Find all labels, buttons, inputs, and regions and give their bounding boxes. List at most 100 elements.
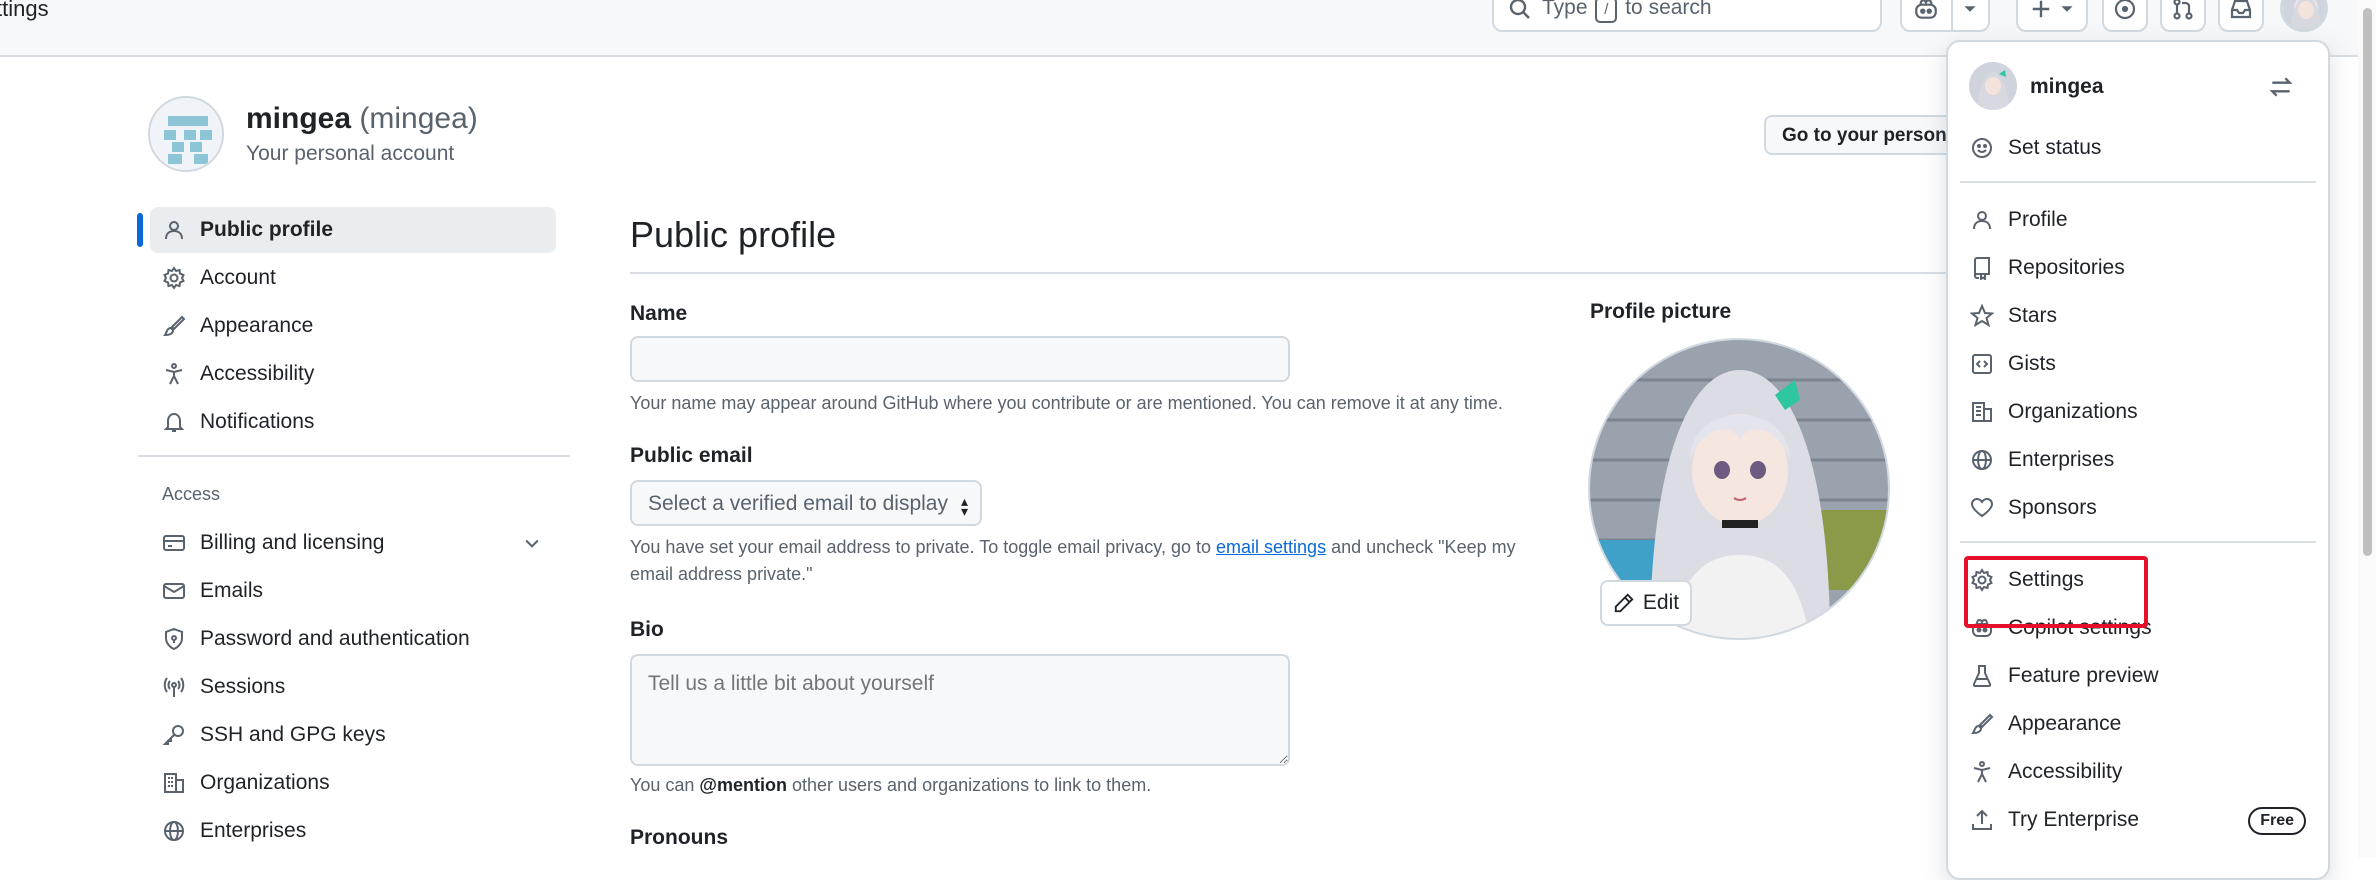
profile-picture-label: Profile picture bbox=[1590, 300, 1732, 323]
bio-textarea[interactable] bbox=[630, 654, 1290, 766]
go-to-profile-button[interactable]: Go to your personal profile bbox=[1764, 115, 1954, 155]
menu-item-gists[interactable]: Gists bbox=[1960, 342, 2316, 386]
sidebar-item-enterprises[interactable]: Enterprises bbox=[150, 808, 556, 854]
nav-active-indicator bbox=[137, 213, 143, 247]
account-name: mingea (mingea) bbox=[246, 102, 478, 136]
search-icon bbox=[1509, 0, 1530, 19]
select-arrows-icon: ▴ ▾ bbox=[960, 493, 968, 519]
menu-item-stars[interactable]: Stars bbox=[1960, 294, 2316, 338]
search-shortcut-key: / bbox=[1595, 0, 1618, 23]
git-pull-request-icon bbox=[2173, 0, 2193, 20]
copilot-button[interactable] bbox=[1900, 0, 1990, 32]
menu-item-sponsors[interactable]: Sponsors bbox=[1960, 486, 2316, 530]
person-icon bbox=[165, 221, 183, 240]
bio-hint: You can @mention other users and organiz… bbox=[630, 772, 1151, 799]
menu-item-label: Sponsors bbox=[2008, 496, 2097, 519]
star-icon bbox=[1970, 304, 1994, 328]
menu-item-profile[interactable]: Profile bbox=[1960, 198, 2316, 242]
sidebar-item-sessions[interactable]: Sessions bbox=[150, 664, 556, 710]
code-square-icon bbox=[1972, 354, 1992, 374]
edit-picture-button[interactable]: Edit bbox=[1600, 580, 1692, 626]
sidebar-item-label: Billing and licensing bbox=[200, 531, 385, 554]
page-heading: Public profile bbox=[630, 214, 837, 255]
switch-account-icon[interactable] bbox=[2268, 74, 2294, 100]
sidebar-section-heading: Access bbox=[162, 484, 221, 504]
paintbrush-icon bbox=[1971, 713, 1994, 735]
heart-icon bbox=[1970, 497, 1994, 518]
menu-item-appearance[interactable]: Appearance bbox=[1960, 702, 2316, 746]
avatar bbox=[2282, 0, 2326, 30]
scrollbar-thumb[interactable] bbox=[2363, 8, 2372, 556]
broadcast-icon bbox=[163, 677, 185, 697]
bio-label: Bio bbox=[630, 618, 664, 641]
user-avatar-button[interactable] bbox=[2280, 0, 2328, 32]
menu-divider bbox=[1960, 541, 2316, 543]
menu-item-set-status[interactable]: Set status bbox=[1960, 126, 2316, 170]
inbox-icon bbox=[2230, 0, 2252, 19]
repo-icon bbox=[1974, 257, 1990, 280]
public-email-selected-value: Select a verified email to display bbox=[648, 492, 948, 515]
email-hint-text-after: and uncheck "Keep my bbox=[1331, 537, 1516, 557]
menu-item-label: Set status bbox=[2008, 136, 2102, 159]
sidebar-item-label: Emails bbox=[200, 579, 264, 602]
globe-icon bbox=[1972, 450, 1992, 470]
issues-button[interactable] bbox=[2102, 0, 2148, 32]
chevron-down-icon[interactable] bbox=[522, 533, 542, 553]
mail-icon bbox=[163, 583, 185, 599]
pronouns-label: Pronouns bbox=[630, 826, 728, 849]
sidebar-item-ssh-gpg-keys[interactable]: SSH and GPG keys bbox=[150, 712, 556, 758]
public-email-select[interactable]: Select a verified email to display ▴ ▾ bbox=[630, 480, 982, 526]
sidebar-item-appearance[interactable]: Appearance bbox=[150, 303, 556, 349]
menu-item-label: Profile bbox=[2008, 208, 2068, 231]
search-prefix: Type bbox=[1542, 0, 1588, 19]
menu-item-enterprises[interactable]: Enterprises bbox=[1960, 438, 2316, 482]
sidebar-item-public-profile[interactable]: Public profile bbox=[150, 207, 556, 253]
sidebar-item-account[interactable]: Account bbox=[150, 255, 556, 301]
accessibility-icon bbox=[1973, 761, 1991, 783]
create-new-button[interactable] bbox=[2016, 0, 2088, 32]
menu-item-label: Gists bbox=[2008, 352, 2056, 375]
menu-item-organizations[interactable]: Organizations bbox=[1960, 390, 2316, 434]
sidebar-item-label: Public profile bbox=[200, 218, 334, 241]
menu-item-label: Feature preview bbox=[2008, 664, 2159, 687]
account-subtitle: Your personal account bbox=[246, 142, 455, 165]
issue-icon bbox=[2114, 0, 2136, 20]
name-label: Name bbox=[630, 302, 688, 325]
menu-username: mingea bbox=[2030, 75, 2104, 98]
menu-item-accessibility[interactable]: Accessibility bbox=[1960, 750, 2316, 794]
email-settings-link[interactable]: email settings bbox=[1216, 537, 1326, 557]
accessibility-icon bbox=[165, 363, 183, 385]
sidebar-item-label: Organizations bbox=[200, 771, 330, 794]
sidebar-item-password-authentication[interactable]: Password and authentication bbox=[150, 616, 556, 662]
menu-item-label: Appearance bbox=[2008, 712, 2122, 735]
globe-icon bbox=[164, 821, 184, 841]
name-field[interactable] bbox=[630, 336, 1290, 382]
sidebar-item-label: Account bbox=[200, 266, 276, 289]
menu-item-feature-preview[interactable]: Feature preview bbox=[1960, 654, 2316, 698]
public-email-hint: You have set your email address to priva… bbox=[630, 534, 1530, 588]
chevron-down-icon bbox=[2061, 6, 2073, 12]
menu-item-try-enterprise[interactable]: Try Enterprise Free bbox=[1960, 798, 2316, 842]
organization-icon bbox=[1972, 402, 1992, 422]
sidebar-item-organizations[interactable]: Organizations bbox=[150, 760, 556, 806]
gear-icon bbox=[163, 266, 185, 290]
sidebar-divider bbox=[138, 455, 570, 457]
account-login: (mingea) bbox=[359, 102, 478, 135]
sidebar-item-billing[interactable]: Billing and licensing bbox=[150, 520, 556, 566]
pull-requests-button[interactable] bbox=[2160, 0, 2206, 32]
menu-item-label: Try Enterprise bbox=[2008, 808, 2140, 831]
bio-hint-text-after: other users and organizations to link to… bbox=[792, 775, 1152, 795]
search-input[interactable]: Type / to search bbox=[1492, 0, 1882, 32]
sidebar-item-emails[interactable]: Emails bbox=[150, 568, 556, 614]
upload-icon bbox=[1972, 809, 1992, 830]
sidebar-item-notifications[interactable]: Notifications bbox=[150, 399, 556, 445]
page-title: ttings bbox=[0, 0, 49, 21]
credit-card-icon bbox=[163, 535, 185, 551]
pencil-icon bbox=[1614, 593, 1634, 613]
sidebar-item-accessibility[interactable]: Accessibility bbox=[150, 351, 556, 397]
account-display-name: mingea bbox=[246, 102, 352, 135]
inbox-button[interactable] bbox=[2218, 0, 2264, 32]
key-icon bbox=[162, 725, 184, 745]
menu-item-repositories[interactable]: Repositories bbox=[1960, 246, 2316, 290]
shield-lock-icon bbox=[165, 627, 183, 651]
